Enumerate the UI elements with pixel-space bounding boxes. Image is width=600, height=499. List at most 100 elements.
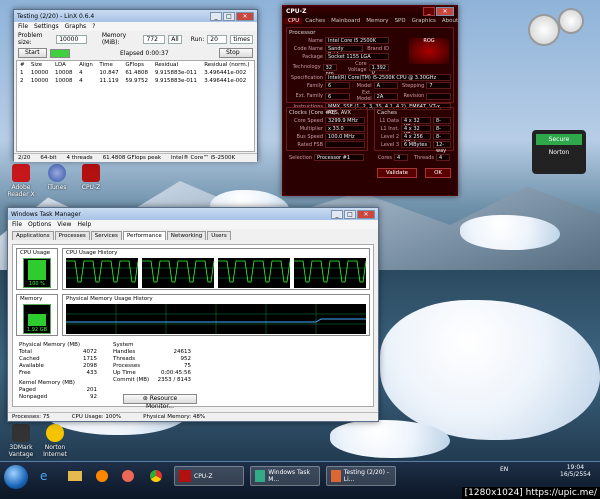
minimize-button[interactable]: _	[331, 209, 343, 219]
col-residual[interactable]: Residual	[152, 61, 201, 69]
close-button[interactable]: ✕	[236, 11, 254, 21]
desktop-icon-3dmark[interactable]: 3DMark Vantage	[4, 424, 38, 458]
taskbar-item-linx[interactable]: Testing (2/20) - Li...	[326, 466, 396, 486]
menu-help[interactable]: Help	[77, 221, 91, 228]
norton-brand: Norton	[548, 149, 570, 156]
memory-all-checkbox[interactable]: All	[168, 34, 182, 44]
clock-gadget[interactable]	[558, 8, 584, 34]
task-manager-titlebar[interactable]: Windows Task Manager _ □ ✕	[8, 208, 378, 220]
menu-view[interactable]: View	[57, 221, 71, 228]
ok-button[interactable]: OK	[425, 168, 451, 178]
taskbar-ie-icon[interactable]: e	[36, 466, 51, 486]
minimize-button[interactable]: _	[423, 7, 435, 16]
memory-input[interactable]: 772	[143, 34, 166, 44]
memory-value: 1.92 GB	[26, 327, 48, 333]
taskbar: e CPU-Z Windows Task M... Testing (2/20)…	[0, 461, 600, 499]
table-row[interactable]: 1 10000 10008 4 10.847 61.4808 9.915883e…	[17, 69, 254, 77]
cpuz-window: CPU-Z _ ✕ CPU Caches Mainboard Memory SP…	[282, 5, 458, 196]
taskbar-chrome-icon[interactable]	[146, 466, 166, 486]
cpu-usage-fill	[28, 260, 46, 280]
col-lda[interactable]: LDA	[52, 61, 76, 69]
taskbar-firefox-icon[interactable]	[118, 466, 138, 486]
tab-spd[interactable]: SPD	[392, 18, 409, 24]
rog-logo: ROG	[409, 38, 449, 64]
tab-memory[interactable]: Memory	[363, 18, 391, 24]
language-indicator[interactable]: EN	[500, 466, 508, 473]
run-unit-select[interactable]: times	[230, 34, 253, 44]
desktop-icon-itunes[interactable]: iTunes	[40, 164, 74, 191]
maximize-button[interactable]: □	[344, 209, 356, 219]
itunes-icon	[48, 164, 66, 182]
start-button[interactable]: Start	[18, 48, 47, 58]
progress-bar	[49, 48, 70, 58]
tab-graphics[interactable]: Graphics	[409, 18, 439, 24]
menu-settings[interactable]: Settings	[34, 23, 59, 30]
task-manager-statusbar: Processes: 75 CPU Usage: 100% Physical M…	[8, 412, 378, 421]
tab-mainboard[interactable]: Mainboard	[328, 18, 363, 24]
tab-performance[interactable]: Performance	[122, 231, 166, 240]
run-input[interactable]: 20	[207, 34, 228, 44]
tab-about[interactable]: About	[439, 18, 461, 24]
taskbar-media-icon[interactable]	[92, 466, 112, 486]
menu-options[interactable]: Options	[28, 221, 51, 228]
adobe-reader-icon	[12, 164, 30, 182]
menu-help[interactable]: ?	[92, 23, 95, 30]
cpu-meter-gadget[interactable]	[528, 14, 560, 46]
taskbar-explorer-icon[interactable]	[64, 466, 86, 486]
watermark: [1280x1024] https://upic.me/	[461, 487, 600, 499]
memory-history-graph	[66, 304, 366, 334]
table-row[interactable]: 2 10000 10008 4 11.119 59.9752 9.915883e…	[17, 77, 254, 85]
problem-size-input[interactable]: 10000	[56, 34, 87, 44]
taskbar-item-task-manager[interactable]: Windows Task M...	[250, 466, 320, 486]
tab-users[interactable]: Users	[207, 231, 231, 240]
maximize-button[interactable]: □	[223, 11, 235, 21]
task-manager-window: Windows Task Manager _ □ ✕ File Options …	[7, 207, 379, 422]
resource-monitor-icon: ⊛	[142, 395, 150, 402]
norton-gadget[interactable]: Secure Norton	[532, 130, 586, 174]
tab-networking[interactable]: Networking	[166, 231, 207, 240]
tab-applications[interactable]: Applications	[12, 231, 54, 240]
desktop-icon-norton[interactable]: Norton Internet	[38, 424, 72, 458]
desktop-icon-cpu-z[interactable]: CPU-Z	[74, 164, 108, 191]
col-time[interactable]: Time	[96, 61, 122, 69]
cpuz-titlebar[interactable]: CPU-Z _ ✕	[283, 6, 457, 17]
memory-history-box: Physical Memory Usage History	[62, 294, 370, 336]
task-manager-title: Windows Task Manager	[11, 210, 81, 218]
linx-icon	[331, 470, 341, 482]
processor-section: Processor Name Intel Core i5 2500K Code N…	[286, 27, 454, 116]
close-button[interactable]: ✕	[357, 209, 375, 219]
linx-titlebar[interactable]: Testing (2/20) - LinX 0.6.4 _ □ ✕	[14, 10, 257, 22]
col-gflops[interactable]: GFlops	[122, 61, 152, 69]
menu-graphs[interactable]: Graphs	[65, 23, 87, 30]
cpu-history-graph	[66, 258, 366, 288]
col-num[interactable]: #	[17, 61, 28, 69]
tab-cpu[interactable]: CPU	[285, 18, 303, 24]
selection-dropdown[interactable]: Processor #1	[314, 154, 364, 161]
cpu-usage-value: 100 %	[29, 281, 45, 287]
close-button[interactable]: ✕	[436, 7, 454, 16]
validate-button[interactable]: Validate	[376, 168, 418, 178]
cpu-z-icon	[179, 470, 191, 482]
problem-size-label: Problem size:	[18, 32, 43, 46]
col-size[interactable]: Size	[28, 61, 52, 69]
tab-processes[interactable]: Processes	[54, 231, 90, 240]
desktop-icon-adobe-reader[interactable]: Adobe Reader X	[4, 164, 38, 198]
tab-services[interactable]: Services	[90, 231, 122, 240]
col-residual-norm[interactable]: Residual (norm.)	[201, 61, 254, 69]
resource-monitor-button[interactable]: ⊛ Resource Monitor...	[123, 394, 197, 410]
tab-caches[interactable]: Caches	[302, 18, 328, 24]
taskbar-item-cpuz[interactable]: CPU-Z	[174, 466, 244, 486]
menu-file[interactable]: File	[12, 221, 22, 228]
linx-window: Testing (2/20) - LinX 0.6.4 _ □ ✕ File S…	[13, 9, 258, 162]
physical-memory-table: Physical Memory (MB) Total 4072 Cached 171…	[19, 342, 97, 400]
task-manager-icon	[255, 470, 266, 482]
menu-file[interactable]: File	[18, 23, 28, 30]
clock[interactable]: 19:04 16/5/2554	[560, 464, 591, 478]
start-button[interactable]	[4, 465, 28, 489]
minimize-button[interactable]: _	[210, 11, 222, 21]
caches-section: Caches L1 Data4 x 32 KBytes8-way L1 Inst…	[374, 107, 454, 154]
iceberg	[460, 215, 560, 250]
col-align[interactable]: Align	[76, 61, 96, 69]
cpu-z-icon	[82, 164, 100, 182]
stop-button[interactable]: Stop	[219, 48, 253, 58]
